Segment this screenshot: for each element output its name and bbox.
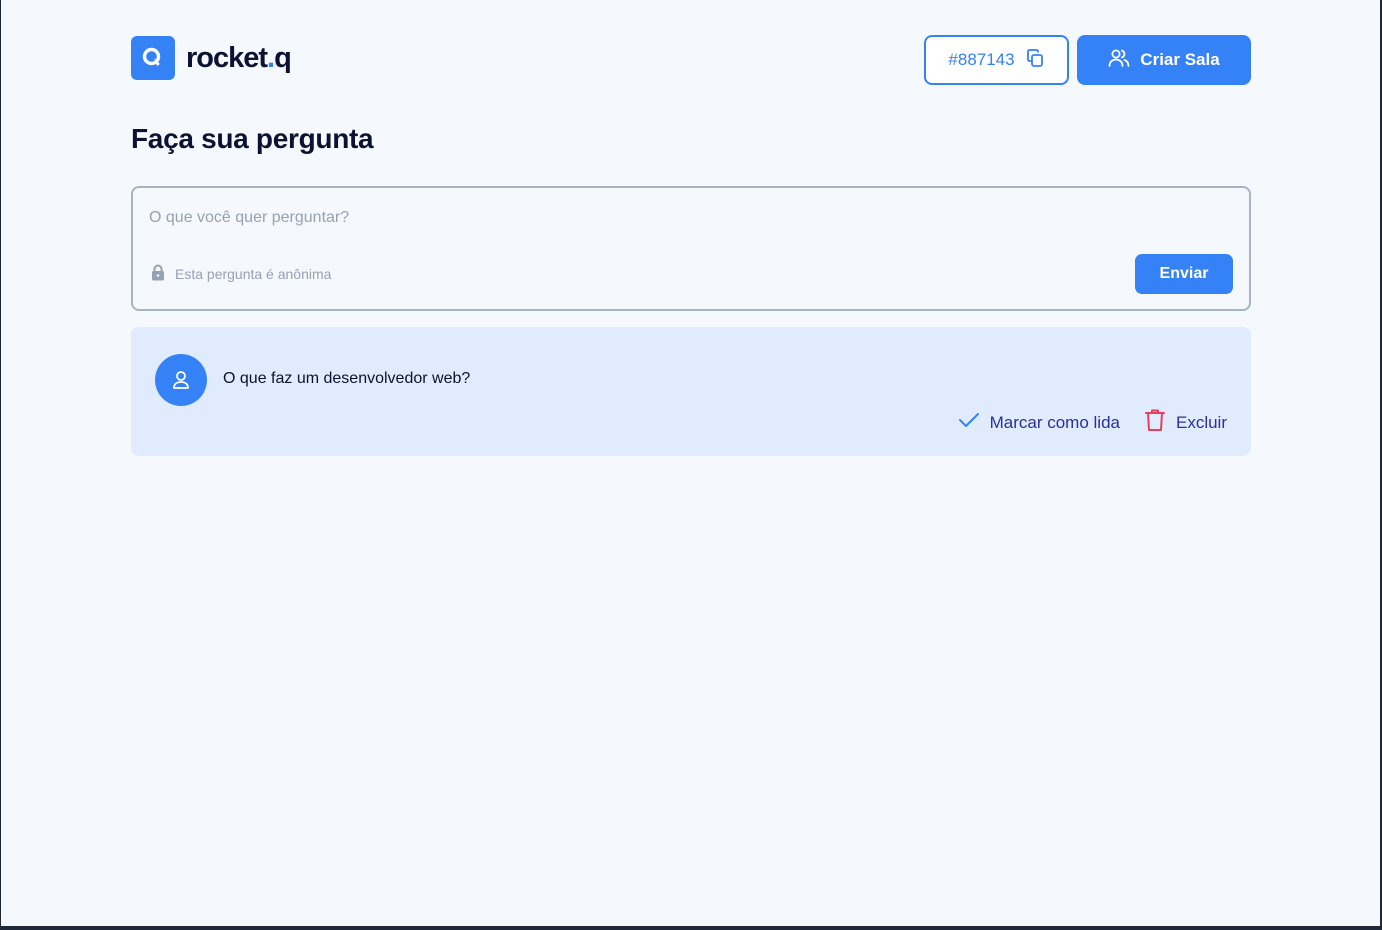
anonymous-note: Esta pergunta é anônima: [151, 264, 331, 284]
users-icon: [1108, 48, 1130, 73]
question-actions: Marcar como lida Excluir: [958, 408, 1227, 437]
delete-button[interactable]: Excluir: [1144, 408, 1227, 437]
user-icon: [155, 354, 207, 406]
question-form: Esta pergunta é anônima Enviar: [131, 186, 1251, 311]
question-text: O que faz um desenvolvedor web?: [223, 370, 471, 387]
room-code-button[interactable]: #887143: [924, 35, 1069, 85]
app-viewport: rocket.q #887143 Criar Sala Faça sua per…: [1, 0, 1380, 926]
page-title: Faça sua pergunta: [131, 123, 374, 154]
create-room-button[interactable]: Criar Sala: [1077, 35, 1251, 85]
mark-as-read-label: Marcar como lida: [989, 412, 1120, 432]
mark-as-read-button[interactable]: Marcar como lida: [958, 412, 1120, 433]
logo[interactable]: rocket.q: [131, 36, 292, 80]
search-icon: [131, 36, 175, 80]
anonymous-note-text: Esta pergunta é anônima: [175, 266, 332, 282]
lock-icon: [151, 264, 165, 284]
question-card: O que faz um desenvolvedor web? Marcar c…: [131, 327, 1251, 456]
room-code: #887143: [948, 50, 1015, 69]
logo-text: rocket.q: [186, 41, 292, 74]
question-input[interactable]: [149, 206, 1229, 230]
check-icon: [958, 412, 980, 433]
create-room-label: Criar Sala: [1140, 50, 1220, 69]
copy-icon: [1025, 48, 1045, 73]
delete-label: Excluir: [1175, 412, 1227, 432]
send-button[interactable]: Enviar: [1135, 254, 1233, 294]
trash-icon: [1144, 408, 1166, 437]
